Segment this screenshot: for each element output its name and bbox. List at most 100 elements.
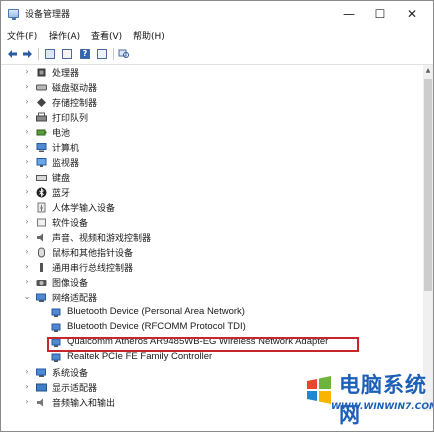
tree-category-label: 音频输入和输出 — [52, 399, 116, 409]
tree-category-item[interactable]: › 鼠标和其他指针设备 — [1, 245, 421, 260]
toolbar-separator — [38, 48, 39, 60]
tree-category-label: 通用串行总线控制器 — [52, 264, 134, 274]
tree-category-item[interactable]: › 声音、视频和游戏控制器 — [1, 230, 421, 245]
maximize-button[interactable]: ☐ — [363, 3, 397, 25]
toolbar-separator — [113, 48, 114, 60]
processor-icon — [37, 68, 46, 77]
watermark: 电脑系统网 WWW.WINWIN7.COM — [301, 359, 433, 431]
keyboard-icon — [36, 175, 47, 181]
display-adapter-icon — [36, 383, 47, 392]
tree-category-item[interactable]: › 计算机 — [1, 140, 421, 155]
software-device-icon — [37, 218, 46, 227]
properties-icon[interactable] — [61, 47, 73, 60]
network-adapter-device-icon — [51, 353, 61, 362]
chevron-right-icon[interactable]: › — [22, 247, 32, 257]
tree-category-label: 打印队列 — [52, 114, 89, 124]
tree-category-label: 声音、视频和游戏控制器 — [52, 234, 152, 244]
view-resources-icon[interactable] — [96, 47, 108, 60]
chevron-right-icon[interactable]: › — [22, 232, 32, 242]
chevron-right-icon[interactable]: › — [22, 97, 32, 107]
tree-category-item[interactable]: › 通用串行总线控制器 — [1, 260, 421, 275]
tree-category-label: 鼠标和其他指针设备 — [52, 249, 134, 259]
tree-category-label: 软件设备 — [52, 219, 89, 229]
scroll-up-icon[interactable]: ▲ — [423, 66, 433, 76]
tree-category-item[interactable]: ⌄ 网络适配器 — [1, 290, 421, 305]
forward-arrow-icon[interactable] — [21, 47, 33, 60]
menu-bar: 文件(F) 操作(A) 查看(V) 帮助(H) — [1, 27, 433, 44]
device-label: Realtek PCIe FE Family Controller — [67, 351, 213, 362]
minimize-button[interactable]: — — [332, 3, 366, 25]
menu-help[interactable]: 帮助(H) — [133, 29, 165, 42]
back-arrow-icon[interactable] — [6, 47, 18, 60]
storage-controller-icon — [37, 98, 46, 107]
tree-category-item[interactable]: › 蓝牙 — [1, 185, 421, 200]
audio-io-icon — [37, 398, 43, 407]
camera-icon — [36, 280, 47, 286]
show-hide-tree-icon[interactable] — [44, 47, 56, 60]
tree-category-item[interactable]: › 磁盘驱动器 — [1, 80, 421, 95]
network-adapter-icon — [36, 293, 46, 302]
device-item[interactable]: Bluetooth Device (Personal Area Network) — [1, 305, 421, 320]
chevron-right-icon[interactable]: › — [22, 172, 32, 182]
tree-category-item[interactable]: › 处理器 — [1, 65, 421, 80]
chevron-right-icon[interactable]: › — [22, 397, 32, 407]
computer-icon — [36, 143, 47, 152]
device-label: Bluetooth Device (RFCOMM Protocol TDI) — [67, 321, 246, 332]
chevron-right-icon[interactable]: › — [22, 67, 32, 77]
window-title: 设备管理器 — [25, 10, 71, 20]
tree-category-item[interactable]: › 人体学输入设备 — [1, 200, 421, 215]
tree-category-item[interactable]: › 打印队列 — [1, 110, 421, 125]
tree-category-label: 键盘 — [52, 174, 71, 184]
menu-view[interactable]: 查看(V) — [91, 29, 122, 42]
windows-logo-icon — [307, 376, 331, 404]
chevron-right-icon[interactable]: › — [22, 157, 32, 167]
chevron-down-icon[interactable]: ⌄ — [22, 292, 32, 302]
scrollbar-thumb[interactable] — [424, 79, 432, 291]
tree-category-item[interactable]: › 监视器 — [1, 155, 421, 170]
chevron-right-icon[interactable]: › — [22, 367, 32, 377]
chevron-right-icon[interactable]: › — [22, 112, 32, 122]
chevron-right-icon[interactable]: › — [22, 127, 32, 137]
tree-category-item[interactable]: › 电池 — [1, 125, 421, 140]
disk-drive-icon — [36, 84, 47, 91]
scan-hardware-icon[interactable] — [117, 47, 129, 60]
device-manager-icon — [8, 9, 19, 20]
toolbar: ? — [1, 44, 433, 65]
chevron-right-icon[interactable]: › — [22, 217, 32, 227]
tree-category-item[interactable]: › 图像设备 — [1, 275, 421, 290]
usb-icon — [40, 263, 43, 272]
chevron-right-icon[interactable]: › — [22, 202, 32, 212]
tree-category-item[interactable]: › 软件设备 — [1, 215, 421, 230]
menu-file[interactable]: 文件(F) — [7, 29, 37, 42]
chevron-right-icon[interactable]: › — [22, 187, 32, 197]
network-adapter-device-icon — [51, 323, 61, 332]
close-button[interactable]: ✕ — [395, 3, 429, 25]
menu-action[interactable]: 操作(A) — [49, 29, 80, 42]
tree-category-label: 蓝牙 — [52, 189, 71, 199]
tree-category-label: 监视器 — [52, 159, 80, 169]
device-item[interactable]: Bluetooth Device (RFCOMM Protocol TDI) — [1, 320, 421, 335]
network-adapter-device-icon — [51, 308, 61, 317]
chevron-right-icon[interactable]: › — [22, 262, 32, 272]
chevron-right-icon[interactable]: › — [22, 82, 32, 92]
chevron-right-icon[interactable]: › — [22, 382, 32, 392]
tree-category-label: 计算机 — [52, 144, 80, 154]
chevron-right-icon[interactable]: › — [22, 277, 32, 287]
title-bar[interactable]: 设备管理器 — ☐ ✕ — [1, 1, 433, 27]
tree-category-label: 电池 — [52, 129, 71, 139]
device-manager-window: 设备管理器 — ☐ ✕ 文件(F) 操作(A) 查看(V) 帮助(H) ? › 处… — [0, 0, 434, 432]
speaker-icon — [37, 233, 43, 242]
chevron-right-icon[interactable]: › — [22, 142, 32, 152]
hid-icon — [37, 202, 46, 213]
highlight-box — [47, 337, 359, 352]
tree-category-item[interactable]: › 键盘 — [1, 170, 421, 185]
battery-icon — [36, 129, 47, 136]
watermark-url: WWW.WINWIN7.COM — [331, 402, 434, 412]
tree-category-label: 人体学输入设备 — [52, 204, 116, 214]
help-icon[interactable]: ? — [79, 47, 91, 60]
tree-category-label: 存储控制器 — [52, 99, 98, 109]
tree-category-label: 处理器 — [52, 69, 80, 79]
tree-category-item[interactable]: › 存储控制器 — [1, 95, 421, 110]
system-device-icon — [36, 368, 46, 377]
mouse-icon — [38, 247, 45, 258]
